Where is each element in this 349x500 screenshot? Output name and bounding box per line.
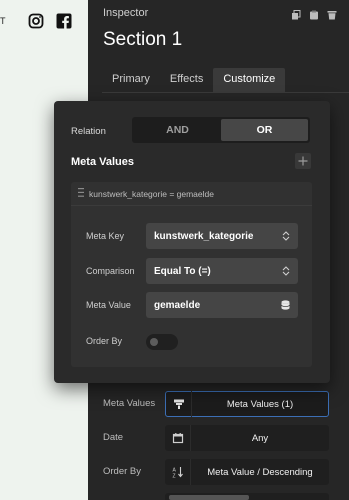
plus-icon [298,156,308,166]
meta-value-card: kunstwerk_kategorie = gemaelde Meta Key … [71,182,312,367]
meta-values-label: Meta Values [103,398,156,409]
meta-value-card-header[interactable]: kunstwerk_kategorie = gemaelde [71,182,312,206]
nav-text-fragment[interactable]: T [0,16,6,26]
order-by-button[interactable]: AZ Meta Value / Descending [165,459,329,485]
database-icon [281,300,290,310]
delete-icon[interactable] [327,7,337,20]
meta-value-label: Meta Value [86,300,131,310]
comparison-label: Comparison [86,266,135,276]
inspector-toolbar [291,7,337,20]
relation-and-option[interactable]: AND [134,119,221,141]
date-value: Any [251,432,269,444]
inspector-tabs: Primary Effects Customize [102,68,286,92]
meta-values-row: Meta Values Meta Values (1) [103,391,333,417]
date-row: Date Any [103,425,333,451]
switch-knob [150,338,158,346]
meta-key-value: kunstwerk_kategorie [154,230,254,242]
section-name-heading: Section 1 [103,29,183,50]
filter-icon [166,391,192,417]
tab-effects[interactable]: Effects [160,68,213,92]
sort-icon: AZ [165,459,191,485]
order-by-value: Meta Value / Descending [207,466,313,478]
add-meta-value-button[interactable] [295,153,311,169]
meta-values-popup: Relation AND OR Meta Values kunstwerk_ka… [54,101,330,383]
order-by-label: Order By [103,466,142,477]
instagram-icon[interactable] [28,13,44,29]
svg-text:Z: Z [172,474,175,479]
meta-key-input[interactable]: kunstwerk_kategorie [146,223,298,249]
meta-value-summary: kunstwerk_kategorie = gemaelde [89,188,214,199]
paste-icon[interactable] [309,7,319,20]
meta-key-field: Meta Key kunstwerk_kategorie [86,223,298,249]
facebook-icon[interactable] [56,13,72,29]
meta-value-input[interactable]: gemaelde [146,292,298,318]
relation-or-option[interactable]: OR [221,119,308,141]
date-label: Date [103,432,124,443]
meta-values-button[interactable]: Meta Values (1) [165,391,329,417]
comparison-field: Comparison Equal To (=) [86,258,298,284]
tab-divider [102,92,349,93]
meta-values-title: Meta Values [71,156,134,168]
relation-label: Relation [71,126,106,137]
drag-handle-icon[interactable] [78,188,84,199]
chevron-updown-icon [282,231,290,241]
order-by-toggle-label: Order By [86,336,123,346]
order-by-switch[interactable] [146,334,178,350]
tab-customize[interactable]: Customize [213,68,286,92]
tab-primary[interactable]: Primary [102,68,160,92]
copy-icon[interactable] [291,7,301,20]
comparison-select[interactable]: Equal To (=) [146,258,298,284]
meta-values-value: Meta Values (1) [226,398,294,410]
order-by-field: Order By [86,328,298,354]
calendar-icon [165,425,191,451]
comparison-value: Equal To (=) [154,265,211,277]
meta-value-value: gemaelde [154,299,201,311]
chevron-updown-icon [282,266,290,276]
inspector-title: Inspector [103,7,149,19]
order-by-row: Order By AZ Meta Value / Descending [103,459,333,485]
meta-key-label: Meta Key [86,231,125,241]
date-button[interactable]: Any [165,425,329,451]
meta-value-field: Meta Value gemaelde [86,292,298,318]
next-control-partial[interactable] [165,493,329,500]
relation-toggle: AND OR [132,117,310,143]
